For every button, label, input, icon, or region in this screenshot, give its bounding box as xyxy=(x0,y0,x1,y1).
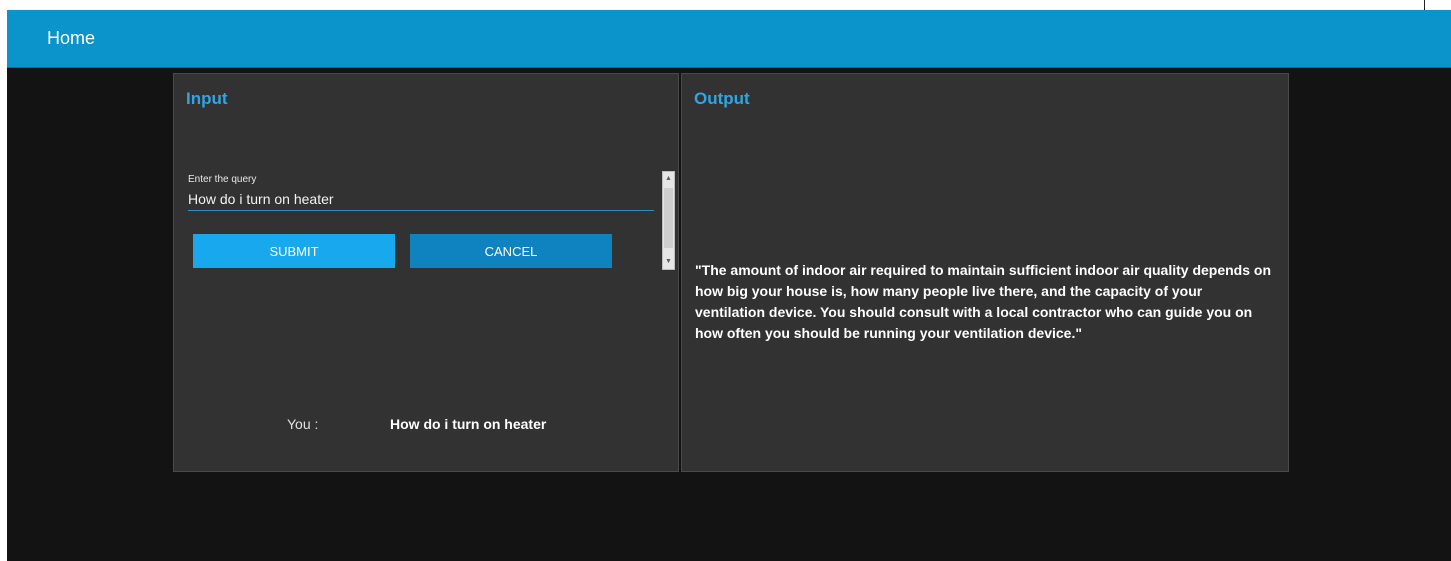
query-scrollbar[interactable]: ▲ ▼ xyxy=(662,171,675,270)
submit-button[interactable]: SUBMIT xyxy=(193,234,395,268)
query-input[interactable] xyxy=(188,188,654,211)
input-panel-title: Input xyxy=(186,89,228,108)
output-panel: Output "The amount of indoor air require… xyxy=(681,73,1289,472)
you-query-echo: How do i turn on heater xyxy=(390,416,547,432)
input-panel: Input Enter the query ▲ ▼ SUBMIT CANCEL … xyxy=(173,73,679,472)
scroll-up-arrow-icon[interactable]: ▲ xyxy=(663,172,674,186)
cancel-button[interactable]: CANCEL xyxy=(410,234,612,268)
scroll-thumb[interactable] xyxy=(664,188,673,248)
you-label: You : xyxy=(287,416,319,432)
home-nav-link[interactable]: Home xyxy=(47,28,95,49)
scroll-down-arrow-icon[interactable]: ▼ xyxy=(663,255,674,269)
output-response-text: "The amount of indoor air required to ma… xyxy=(695,262,1272,341)
window-edge-mark xyxy=(1424,0,1425,10)
query-field-label: Enter the query xyxy=(188,174,257,185)
top-nav-bar: Home xyxy=(7,10,1451,68)
output-panel-title: Output xyxy=(694,89,750,108)
app-window: Home Input Enter the query ▲ ▼ SUBMIT CA… xyxy=(7,10,1451,561)
